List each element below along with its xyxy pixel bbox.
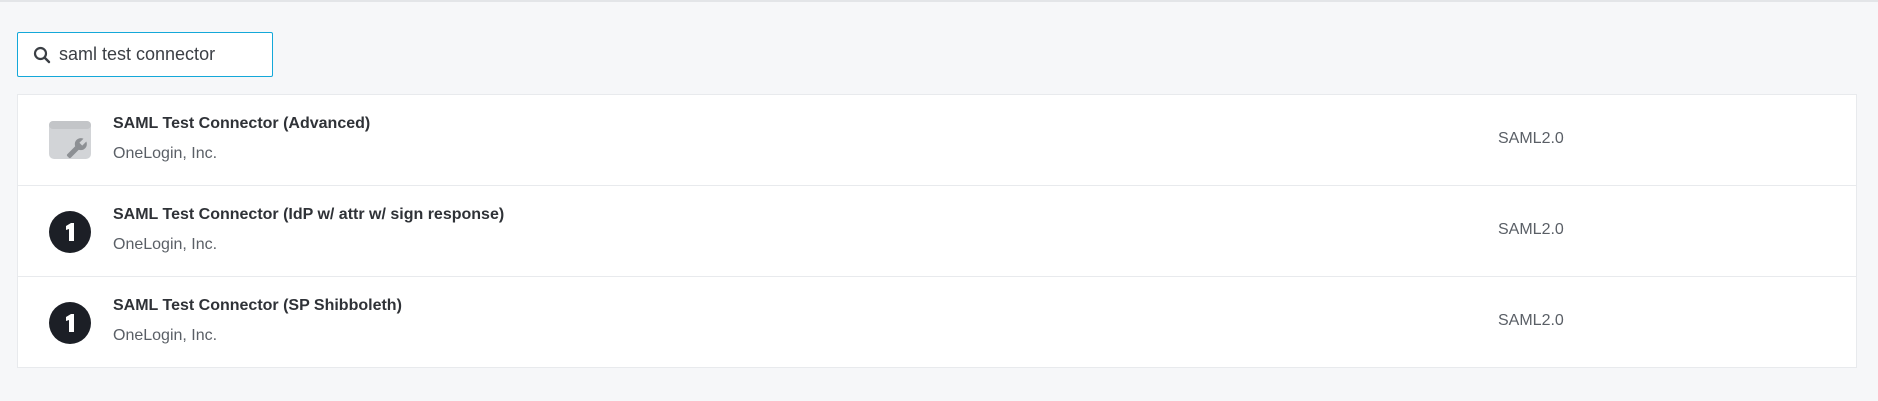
list-item[interactable]: SAML Test Connector (SP Shibboleth) OneL… (18, 276, 1856, 367)
results-list: SAML Test Connector (Advanced) OneLogin,… (17, 94, 1857, 368)
search-input[interactable] (59, 44, 259, 65)
list-item[interactable]: SAML Test Connector (IdP w/ attr w/ sign… (18, 185, 1856, 276)
search-icon (32, 45, 52, 65)
wrench-window-icon (48, 119, 92, 163)
top-divider (0, 0, 1878, 2)
app-vendor: OneLogin, Inc. (113, 327, 218, 344)
app-vendor: OneLogin, Inc. (113, 145, 218, 162)
onelogin-logo-icon (48, 210, 92, 254)
app-name: SAML Test Connector (IdP w/ attr w/ sign… (113, 206, 505, 223)
app-name: SAML Test Connector (Advanced) (113, 115, 371, 132)
app-vendor: OneLogin, Inc. (113, 236, 218, 253)
list-item[interactable]: SAML Test Connector (Advanced) OneLogin,… (18, 95, 1856, 185)
onelogin-logo-icon (48, 301, 92, 345)
search-box[interactable] (17, 32, 273, 77)
app-protocol: SAML2.0 (1498, 130, 1564, 147)
app-protocol: SAML2.0 (1498, 312, 1564, 329)
app-name: SAML Test Connector (SP Shibboleth) (113, 297, 402, 314)
app-protocol: SAML2.0 (1498, 221, 1564, 238)
